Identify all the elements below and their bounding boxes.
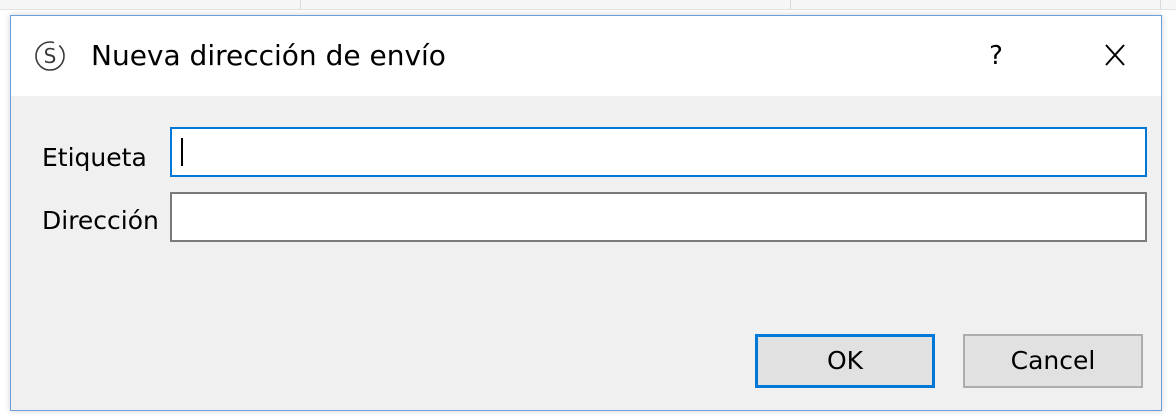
svg-text:S: S [44, 44, 57, 68]
s-circle-icon: S [35, 41, 65, 71]
address-field-label: Dirección [42, 206, 159, 235]
ok-button[interactable]: OK [755, 334, 935, 388]
close-icon [1105, 44, 1125, 66]
title-bar: S Nueva dirección de envío ? [11, 16, 1161, 96]
address-input[interactable] [170, 192, 1147, 242]
text-caret [181, 138, 183, 166]
label-input[interactable] [170, 127, 1147, 177]
label-field-label: Etiqueta [42, 143, 147, 172]
dialog-title: Nueva dirección de envío [91, 39, 446, 72]
new-shipping-address-dialog: S Nueva dirección de envío ? Etiqueta Di… [10, 15, 1162, 411]
cancel-button[interactable]: Cancel [963, 334, 1143, 388]
desktop-background: S Nueva dirección de envío ? Etiqueta Di… [0, 0, 1176, 417]
help-button[interactable]: ? [976, 36, 1016, 76]
close-button[interactable] [1093, 36, 1137, 76]
background-app-strip [0, 0, 1176, 10]
